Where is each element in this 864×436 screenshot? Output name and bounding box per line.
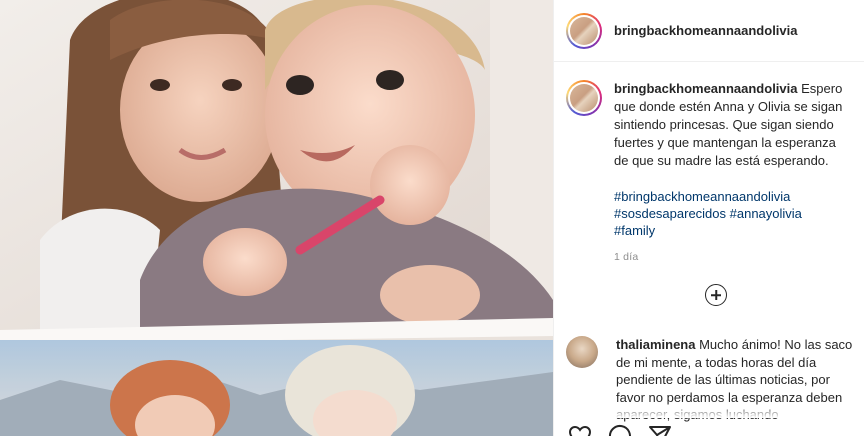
post-photo[interactable] [0,0,553,436]
caption-avatar[interactable] [566,80,602,116]
hashtag-link[interactable]: #bringbackhomeannaandolivia [614,188,846,205]
hashtag-link[interactable]: #family [614,222,846,239]
post-timestamp[interactable]: 1 día [614,248,846,266]
post-sidebar: bringbackhomeannaandolivia bringbackhome… [553,0,864,436]
post-header: bringbackhomeannaandolivia [554,0,864,62]
caption-username[interactable]: bringbackhomeannaandolivia [614,81,798,96]
commenter-avatar[interactable] [566,336,598,368]
comment-username[interactable]: thaliaminena [616,337,695,352]
comment-icon[interactable] [608,424,632,436]
header-username[interactable]: bringbackhomeannaandolivia [614,23,798,38]
profile-avatar[interactable] [566,12,602,49]
action-bar [568,424,672,436]
hashtags: #bringbackhomeannaandolivia #sosdesapare… [614,188,846,239]
photo-of-two-girls [0,0,553,436]
heart-icon[interactable] [568,424,592,436]
scroll-fade [554,404,864,418]
post-caption: bringbackhomeannaandolivia Espero que do… [554,62,864,266]
hashtag-link[interactable]: #sosdesaparecidos #annayolivia [614,205,846,222]
plus-circle-icon[interactable] [705,284,727,306]
paper-plane-icon[interactable] [648,424,672,436]
